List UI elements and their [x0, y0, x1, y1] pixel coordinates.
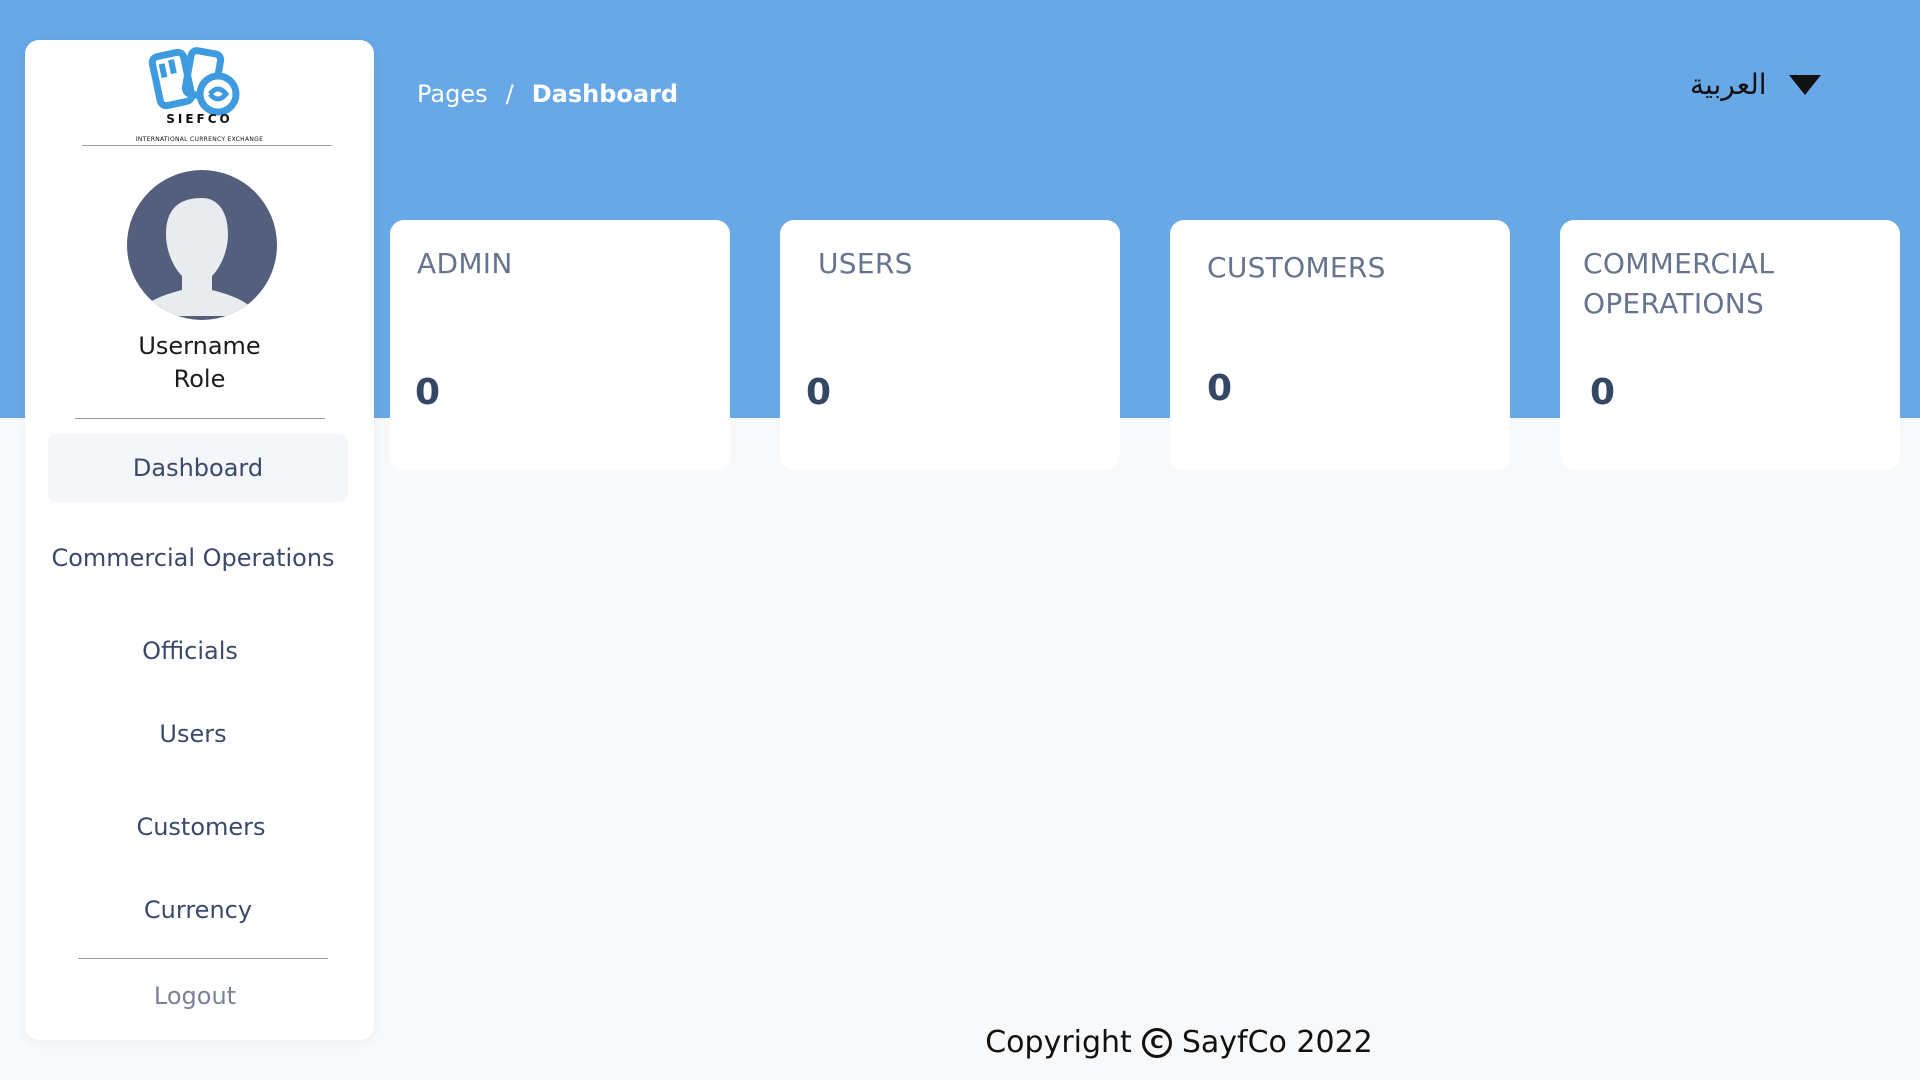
- stat-card-customers: CUSTOMERS 0: [1170, 220, 1510, 470]
- sidebar-item-label: Officials: [142, 637, 238, 665]
- stat-card-value: 0: [1590, 372, 1616, 413]
- stat-card-users: USERS 0: [780, 220, 1120, 470]
- stat-card-value: 0: [806, 372, 832, 413]
- copyright-icon: C: [1141, 1027, 1172, 1058]
- sidebar-item-commercial-operations[interactable]: Commercial Operations: [43, 524, 343, 592]
- sidebar-item-label: Commercial Operations: [51, 544, 335, 572]
- language-label: العربية: [1690, 68, 1767, 101]
- logout-button[interactable]: Logout: [45, 962, 345, 1030]
- caret-down-icon: [1788, 74, 1821, 95]
- sidebar: SIEFCO INTERNATIONAL CURRENCY EXCHANGE U…: [25, 40, 374, 1040]
- stat-card-commercial-operations: COMMERCIAL OPERATIONS 0: [1560, 220, 1900, 470]
- footer-text: SayfCo 2022: [1181, 1025, 1373, 1060]
- stat-card-title: USERS: [818, 247, 913, 280]
- stat-card-title-line2: OPERATIONS: [1583, 287, 1765, 320]
- profile-username: Username: [138, 332, 261, 360]
- stat-card-title: COMMERCIAL: [1583, 247, 1775, 280]
- stat-card-value: 0: [1207, 368, 1233, 409]
- sidebar-item-currency[interactable]: Currency: [48, 876, 348, 944]
- siefco-logo-icon: [148, 47, 239, 116]
- page-title: Dashboard: [531, 80, 679, 108]
- breadcrumb-separator: /: [505, 80, 514, 108]
- footer-prefix: Copyright: [985, 1025, 1132, 1060]
- sidebar-item-users[interactable]: Users: [43, 700, 343, 768]
- sidebar-item-label: Dashboard: [132, 454, 264, 482]
- brand-logo[interactable]: SIEFCO INTERNATIONAL CURRENCY EXCHANGE: [25, 40, 374, 148]
- footer: Copyright C SayfCo 2022: [0, 1025, 1920, 1060]
- breadcrumb: Pages / Dashboard: [417, 80, 678, 108]
- sidebar-item-label: Currency: [143, 896, 253, 924]
- profile-role: Role: [173, 365, 226, 393]
- sidebar-item-dashboard[interactable]: Dashboard: [48, 434, 348, 502]
- breadcrumb-pages-link[interactable]: Pages: [417, 80, 488, 108]
- divider: [78, 958, 328, 959]
- logout-label: Logout: [153, 982, 237, 1010]
- stat-card-admin: ADMIN 0: [390, 220, 730, 470]
- avatar: [127, 170, 277, 320]
- divider: [82, 145, 332, 146]
- stat-card-title: ADMIN: [417, 247, 513, 280]
- sidebar-item-label: Users: [159, 720, 227, 748]
- stat-card-value: 0: [415, 372, 441, 413]
- stat-card-title: CUSTOMERS: [1207, 251, 1386, 284]
- user-placeholder-icon: [136, 198, 258, 316]
- brand-tagline: INTERNATIONAL CURRENCY EXCHANGE: [135, 136, 264, 143]
- language-selector[interactable]: العربية: [1690, 68, 1821, 101]
- divider: [75, 418, 325, 419]
- brand-name: SIEFCO: [166, 112, 233, 126]
- sidebar-item-officials[interactable]: Officials: [40, 617, 340, 685]
- sidebar-item-label: Customers: [136, 813, 266, 841]
- sidebar-item-customers[interactable]: Customers: [51, 793, 351, 861]
